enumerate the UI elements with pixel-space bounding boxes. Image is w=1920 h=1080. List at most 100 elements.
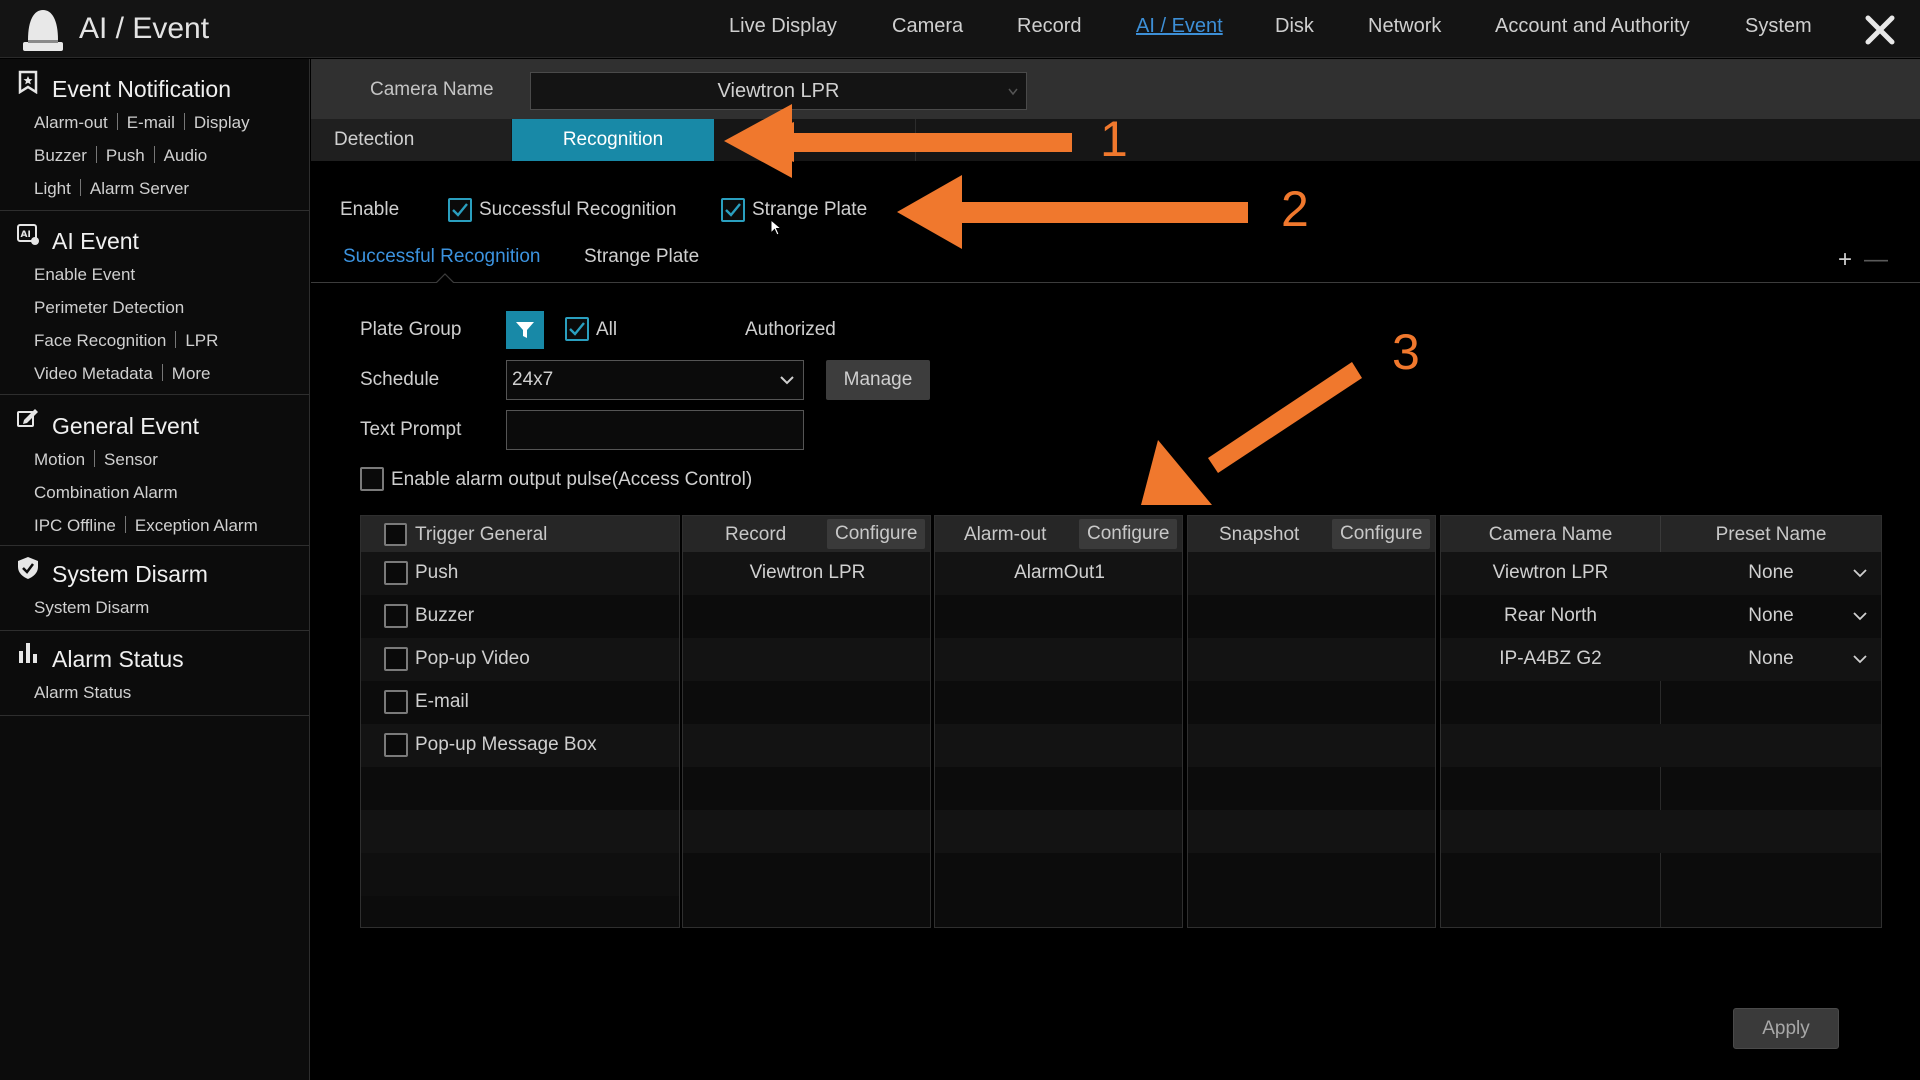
close-icon[interactable]	[1862, 12, 1898, 48]
separator	[161, 364, 163, 381]
popup-video-checkbox[interactable]	[384, 647, 408, 671]
snapshot-header: Snapshot	[1219, 524, 1300, 545]
trigger-popup-video-label: Pop-up Video	[415, 648, 530, 669]
chevron-down-icon	[1008, 88, 1018, 96]
nav-ai-event[interactable]: AI / Event	[1136, 15, 1223, 38]
email-checkbox[interactable]	[384, 690, 408, 714]
sidebar-link-push[interactable]: Push	[106, 146, 145, 165]
alarm-pulse-checkbox[interactable]	[360, 467, 384, 491]
alarm-pulse-label: Enable alarm output pulse(Access Control…	[391, 469, 753, 490]
sidebar-link-combination-alarm[interactable]: Combination Alarm	[34, 483, 178, 502]
sidebar-link-face-recognition[interactable]: Face Recognition	[34, 331, 166, 350]
sidebar-link-video-metadata[interactable]: Video Metadata	[34, 364, 153, 383]
table-header: Record Configure	[683, 516, 930, 552]
table-row	[1188, 810, 1435, 853]
table-row: AlarmOut1	[935, 552, 1182, 595]
preset-column: Camera Name Preset Name Viewtron LPR Non…	[1440, 515, 1882, 928]
table-row: Push	[361, 552, 679, 595]
alarm-out-configure-button[interactable]: Configure	[1079, 519, 1178, 549]
chevron-down-icon[interactable]	[1853, 569, 1867, 578]
sidebar-link-buzzer[interactable]: Buzzer	[34, 146, 87, 165]
schedule-select[interactable]: 24x7	[506, 360, 804, 400]
sidebar-heading: AI Event	[52, 228, 139, 254]
filter-button[interactable]	[506, 311, 544, 349]
add-button[interactable]: +	[1838, 246, 1852, 274]
successful-recognition-checkbox[interactable]	[448, 198, 472, 222]
alarm-out-header: Alarm-out	[964, 524, 1047, 545]
sidebar-link-display[interactable]: Display	[194, 113, 250, 132]
all-label: All	[596, 319, 618, 340]
sidebar-link-alarm-status[interactable]: Alarm Status	[34, 683, 131, 702]
tab-empty	[716, 119, 916, 161]
separator	[94, 450, 96, 467]
snapshot-configure-button[interactable]: Configure	[1332, 519, 1431, 549]
record-configure-button[interactable]: Configure	[827, 519, 926, 549]
tab-recognition[interactable]: Recognition	[512, 119, 714, 161]
table-row	[1188, 638, 1435, 681]
preset-select-value[interactable]: None	[1661, 562, 1881, 584]
camera-select-value: Viewtron LPR	[717, 80, 840, 102]
sidebar-link-enable-event[interactable]: Enable Event	[34, 265, 135, 284]
nav-record[interactable]: Record	[1017, 15, 1081, 38]
table-row	[1188, 552, 1435, 595]
nav-system[interactable]: System	[1745, 15, 1812, 38]
nav-live-display[interactable]: Live Display	[729, 15, 837, 38]
sidebar-link-alarm-out[interactable]: Alarm-out	[34, 113, 108, 132]
trigger-general-header: Trigger General	[415, 524, 548, 545]
sidebar: Event Notification Alarm-out E-mail Displa…	[0, 59, 310, 1080]
table-row	[1441, 724, 1881, 767]
alarm-out-column: Alarm-out Configure AlarmOut1	[934, 515, 1183, 928]
nav-network[interactable]: Network	[1368, 15, 1441, 38]
subtab-successful-recognition[interactable]: Successful Recognition	[343, 246, 541, 268]
preset-select-value[interactable]: None	[1661, 605, 1881, 627]
subtab-strange-plate[interactable]: Strange Plate	[584, 246, 699, 268]
sidebar-heading: Event Notification	[52, 76, 231, 102]
filter-icon	[516, 322, 534, 338]
authorized-label: Authorized	[745, 319, 836, 340]
sidebar-link-audio[interactable]: Audio	[164, 146, 207, 165]
alarm-out-value: AlarmOut1	[1014, 562, 1105, 583]
sidebar-link-alarm-server[interactable]: Alarm Server	[90, 179, 189, 198]
table-row: Rear North None	[1441, 595, 1881, 638]
strange-plate-checkbox[interactable]	[721, 198, 745, 222]
all-plates-checkbox[interactable]	[565, 317, 589, 341]
separator	[124, 516, 126, 533]
text-prompt-input[interactable]	[506, 410, 804, 450]
chevron-down-icon	[780, 376, 794, 385]
push-checkbox[interactable]	[384, 561, 408, 585]
record-value: Viewtron LPR	[749, 562, 866, 583]
trigger-push-label: Push	[415, 562, 459, 583]
table-header: Alarm-out Configure	[935, 516, 1182, 552]
sidebar-link-light[interactable]: Light	[34, 179, 71, 198]
nav-disk[interactable]: Disk	[1275, 15, 1314, 38]
nav-account-authority[interactable]: Account and Authority	[1495, 15, 1690, 38]
sidebar-link-exception-alarm[interactable]: Exception Alarm	[135, 516, 258, 535]
sidebar-link-more[interactable]: More	[172, 364, 211, 383]
page-title: AI / Event	[79, 12, 210, 45]
sidebar-link-perimeter-detection[interactable]: Perimeter Detection	[34, 298, 184, 317]
manage-button[interactable]: Manage	[826, 360, 930, 400]
apply-button[interactable]: Apply	[1733, 1008, 1839, 1049]
tab-detection[interactable]: Detection	[311, 119, 511, 161]
preset-select-value[interactable]: None	[1661, 648, 1881, 670]
separator	[79, 179, 81, 196]
chevron-down-icon[interactable]	[1853, 612, 1867, 621]
table-header: Trigger General	[361, 516, 679, 552]
camera-select[interactable]: Viewtron LPR	[530, 72, 1027, 110]
chevron-down-icon[interactable]	[1853, 655, 1867, 664]
sidebar-link-system-disarm[interactable]: System Disarm	[34, 598, 149, 617]
sidebar-link-email[interactable]: E-mail	[127, 113, 175, 132]
ai-chip-icon: AI	[17, 224, 39, 245]
separator	[95, 146, 97, 163]
trigger-column: Trigger General Push Buzzer Pop-up Video…	[360, 515, 680, 928]
sidebar-link-sensor[interactable]: Sensor	[104, 450, 158, 469]
nav-camera[interactable]: Camera	[892, 15, 963, 38]
buzzer-checkbox[interactable]	[384, 604, 408, 628]
popup-message-checkbox[interactable]	[384, 733, 408, 757]
remove-button[interactable]: —	[1864, 246, 1888, 274]
sidebar-link-motion[interactable]: Motion	[34, 450, 85, 469]
sidebar-link-lpr[interactable]: LPR	[185, 331, 218, 350]
trigger-all-checkbox[interactable]	[384, 523, 407, 546]
trigger-email-label: E-mail	[415, 691, 469, 712]
sidebar-link-ipc-offline[interactable]: IPC Offline	[34, 516, 116, 535]
